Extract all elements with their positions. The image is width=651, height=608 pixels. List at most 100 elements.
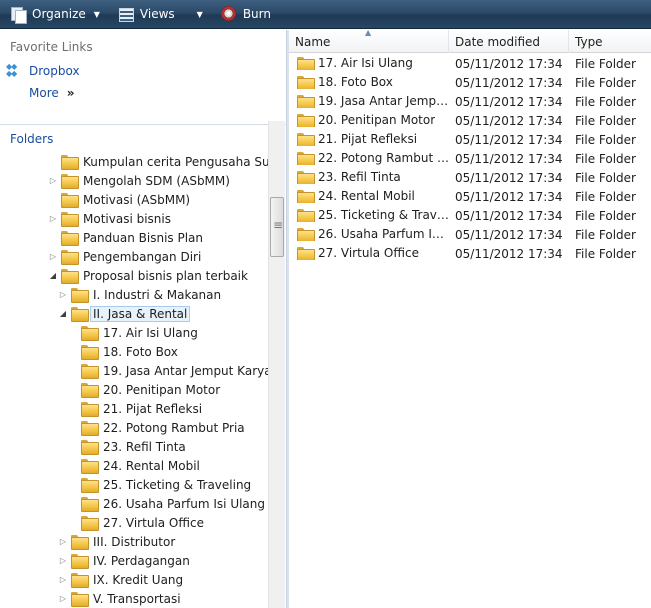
collapse-arrow-icon[interactable]: ◢ (58, 309, 68, 318)
expand-arrow-icon[interactable]: ▷ (58, 290, 68, 299)
file-list-row[interactable]: 23. Refil Tinta 05/11/2012 17:34 File Fold… (289, 168, 651, 187)
file-name-cell: 24. Rental Mobil (297, 189, 449, 203)
tree-item[interactable]: ▷ IV. Perdagangan (58, 551, 190, 570)
folder-icon (71, 592, 89, 607)
tree-item[interactable]: 27. Virtula Office (68, 513, 204, 532)
tree-item[interactable]: 24. Rental Mobil (68, 456, 200, 475)
tree-item-label: I. Industri & Makanan (93, 287, 222, 302)
sort-ascending-icon: ▲ (365, 28, 372, 37)
expand-arrow-icon[interactable]: ▷ (48, 214, 58, 223)
tree-item-label: IX. Kredit Uang (93, 572, 184, 587)
tree-item[interactable]: ▷ Mengolah SDM (ASbMM) (48, 171, 230, 190)
file-list-row[interactable]: 27. Virtula Office 05/11/2012 17:34 File F… (289, 244, 651, 263)
folder-icon (81, 402, 99, 417)
tree-item[interactable]: 22. Potong Rambut Pria (68, 418, 245, 437)
file-list-row[interactable]: 24. Rental Mobil 05/11/2012 17:34 File Fol… (289, 187, 651, 206)
tree-item[interactable]: 21. Pijat Refleksi (68, 399, 202, 418)
tree-item-label: III. Distributor (93, 534, 176, 549)
file-list-row[interactable]: 26. Usaha Parfum Isi Ul... 05/11/2012 17:… (289, 225, 651, 244)
expand-arrow-icon[interactable]: ▷ (48, 176, 58, 185)
folder-tree-scrollbar[interactable] (268, 121, 285, 608)
tree-item[interactable]: Kumpulan cerita Pengusaha Sukses (48, 152, 268, 171)
type-cell: File Folder (575, 57, 636, 71)
views-dropdown-arrow-icon[interactable]: ▼ (197, 10, 203, 19)
folder-icon (81, 478, 99, 493)
tree-item-label: II. Jasa & Rental (90, 305, 191, 322)
column-header-row: ▲ Name Date modified Type (289, 28, 651, 53)
organize-icon (10, 6, 27, 24)
file-list-row[interactable]: 19. Jasa Antar Jemput ... 05/11/2012 17:3… (289, 92, 651, 111)
date-modified-cell: 05/11/2012 17:34 (455, 171, 563, 185)
tree-item[interactable]: ◢ II. Jasa & Rental (58, 304, 191, 323)
tree-item[interactable]: ▷ III. Distributor (58, 532, 175, 551)
file-name-cell: 19. Jasa Antar Jemput ... (297, 94, 449, 108)
file-name: 19. Jasa Antar Jemput ... (318, 94, 449, 108)
file-list-row[interactable]: 17. Air Isi Ulang 05/11/2012 17:34 File Fo… (289, 54, 651, 73)
tree-item-label: Motivasi bisnis (83, 211, 171, 226)
tree-item[interactable]: 20. Penitipan Motor (68, 380, 220, 399)
more-label: More (29, 86, 59, 100)
file-list-row[interactable]: 25. Ticketing & Traveli... 05/11/2012 17:… (289, 206, 651, 225)
tree-item[interactable]: ▷ Motivasi bisnis (48, 209, 171, 228)
column-header-type[interactable]: Type (569, 30, 651, 53)
file-name: 18. Foto Box (318, 75, 393, 89)
tree-item[interactable]: ▷ V. Transportasi (58, 589, 181, 608)
column-header-date-modified[interactable]: Date modified (449, 30, 569, 53)
command-toolbar: Organize ▼ Views ▼ Burn (0, 0, 651, 29)
organize-label: Organize (32, 7, 86, 21)
tree-item[interactable]: 25. Ticketing & Traveling (68, 475, 251, 494)
scrollbar-thumb[interactable] (270, 197, 284, 257)
tree-item[interactable]: 18. Foto Box (68, 342, 178, 361)
folder-icon (81, 516, 99, 531)
date-modified-cell: 05/11/2012 17:34 (455, 190, 563, 204)
tree-item[interactable]: 26. Usaha Parfum Isi Ulang (68, 494, 265, 513)
folder-tree: Kumpulan cerita Pengusaha Sukses ▷ Mengola… (0, 151, 268, 608)
tree-item-label: Panduan Bisnis Plan (83, 230, 204, 245)
file-name-cell: 23. Refil Tinta (297, 170, 449, 184)
folder-icon (71, 554, 89, 569)
expand-arrow-icon[interactable]: ▷ (48, 252, 58, 261)
type-cell: File Folder (575, 152, 636, 166)
file-name: 26. Usaha Parfum Isi Ul... (318, 227, 449, 241)
tree-item[interactable]: 17. Air Isi Ulang (68, 323, 198, 342)
tree-item[interactable]: ◢ Proposal bisnis plan terbaik (48, 266, 248, 285)
tree-item-label: Kumpulan cerita Pengusaha Sukses (83, 154, 268, 169)
tree-item-label: Proposal bisnis plan terbaik (83, 268, 248, 283)
file-list-row[interactable]: 18. Foto Box 05/11/2012 17:34 File Folder (289, 73, 651, 92)
expand-arrow-icon[interactable]: ▷ (58, 594, 68, 603)
tree-item[interactable]: 19. Jasa Antar Jemput Karyawan (68, 361, 268, 380)
type-cell: File Folder (575, 171, 636, 185)
file-list-row[interactable]: 22. Potong Rambut Pria 05/11/2012 17:34 Fi… (289, 149, 651, 168)
tree-item[interactable]: ▷ Pengembangan Diri (48, 247, 201, 266)
burn-button[interactable]: Burn (217, 3, 275, 25)
tree-item[interactable]: ▷ IX. Kredit Uang (58, 570, 183, 589)
file-list-row[interactable]: 20. Penitipan Motor 05/11/2012 17:34 File … (289, 111, 651, 130)
column-header-name[interactable]: ▲ Name (289, 28, 449, 53)
navigation-pane: Favorite Links Dropbox More » Folders ⌄ … (0, 30, 286, 608)
favorite-links-more[interactable]: More » (29, 86, 75, 100)
folder-icon (71, 288, 89, 303)
tree-item[interactable]: Motivasi (ASbMM) (48, 190, 190, 209)
expand-arrow-icon[interactable]: ▷ (58, 537, 68, 546)
tree-item-label: 21. Pijat Refleksi (103, 401, 203, 416)
expand-arrow-icon[interactable]: ▷ (58, 575, 68, 584)
burn-label: Burn (242, 7, 271, 21)
file-name: 27. Virtula Office (318, 246, 419, 260)
tree-item[interactable]: Panduan Bisnis Plan (48, 228, 203, 247)
folder-icon (81, 440, 99, 455)
dropbox-icon (6, 62, 22, 78)
folder-icon (81, 345, 99, 360)
tree-item[interactable]: 23. Refil Tinta (68, 437, 186, 456)
collapse-arrow-icon[interactable]: ◢ (48, 271, 58, 280)
tree-item-label: 22. Potong Rambut Pria (103, 420, 245, 435)
organize-button[interactable]: Organize ▼ (6, 3, 104, 25)
views-button[interactable]: Views ▼ (114, 3, 207, 25)
favorite-link-dropbox[interactable]: Dropbox (6, 62, 80, 78)
folder-icon (61, 193, 79, 208)
file-list-row[interactable]: 21. Pijat Refleksi 05/11/2012 17:34 File F… (289, 130, 651, 149)
folders-header[interactable]: Folders ⌄ (0, 124, 286, 152)
tree-item[interactable]: ▷ I. Industri & Makanan (58, 285, 221, 304)
expand-arrow-icon[interactable]: ▷ (58, 556, 68, 565)
tree-item-label: Motivasi (ASbMM) (83, 192, 191, 207)
folder-icon (81, 421, 99, 436)
